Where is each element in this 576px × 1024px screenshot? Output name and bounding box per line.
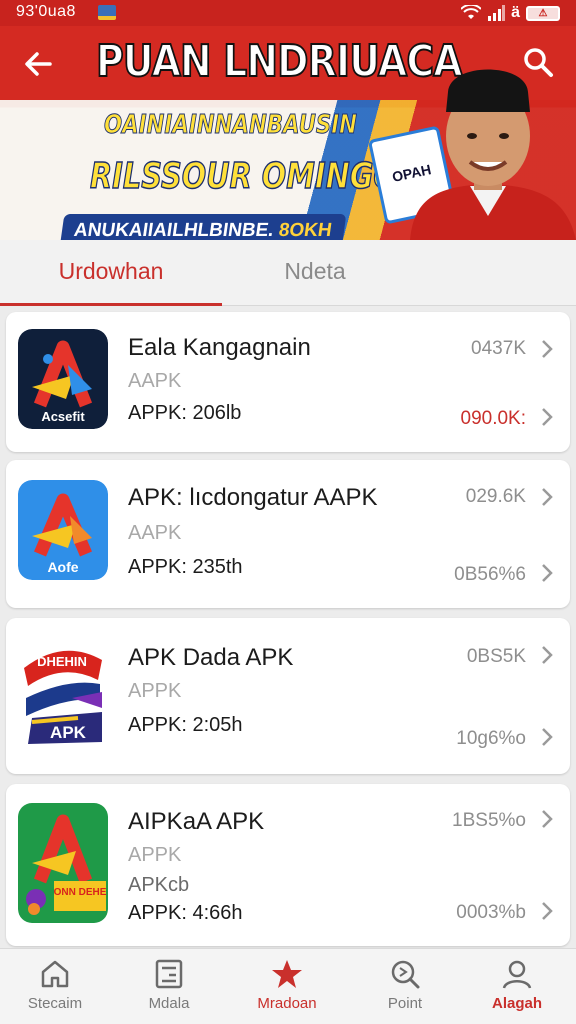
app-meta: APPK: 4:66h (128, 902, 243, 924)
promoter-photo (410, 69, 576, 240)
nav-label: Alagah (491, 995, 542, 1012)
app-stat-top: 1BS5%o (452, 810, 526, 831)
app-list-item[interactable]: Acsefit Eala Kangagnain AAPK APPK: 206lb… (6, 312, 570, 452)
nav-label: Mradoan (257, 995, 317, 1012)
app-logo-banner: DHEHIN (37, 654, 87, 669)
app-logo-label: Aofe (47, 559, 78, 575)
nav-label: Point (387, 995, 423, 1012)
app-stat-top: 0437K (471, 338, 526, 359)
app-title: Eala Kangagnain (128, 334, 311, 361)
chevron-right-icon[interactable] (540, 726, 554, 748)
app-stat-bottom: 090.0K: (460, 408, 527, 429)
app-type: AAPK (128, 522, 182, 544)
news-icon (155, 959, 183, 989)
app-stat-bottom: 0B56%6 (454, 564, 526, 585)
app-list-item[interactable]: DHEHIN APK APK Dada APK APPK APPK: 2:05h… (6, 618, 570, 774)
app-list-item[interactable]: Aofe APK: lıcdongatur AAPK AAPK APPK: 23… (6, 460, 570, 608)
wifi-icon (461, 5, 482, 19)
nav-profile[interactable]: Alagah (462, 955, 572, 1021)
app-type: APPK (128, 844, 182, 866)
banner-badge-text: ANUKAIIAILHLBINBE. (72, 220, 276, 240)
banner-headline: OAINIAINNANBAUSIN (104, 110, 358, 141)
star-icon (272, 960, 302, 988)
chevron-right-icon[interactable] (540, 338, 554, 360)
app-stat-top: 0BS5K (466, 646, 526, 667)
app-stat-bottom: 10g6%o (456, 728, 526, 749)
tab-downloads[interactable]: Urdowhan (0, 240, 222, 306)
app-logo-icon: ONN DEHE (18, 803, 108, 923)
app-stat-top: 029.6K (465, 486, 526, 507)
app-logo-icon: Acsefit (18, 329, 108, 429)
app-title: APK Dada APK (128, 644, 294, 671)
app-logo-icon: DHEHIN APK (18, 638, 108, 748)
banner-badge-accent: 8OKH (277, 220, 334, 240)
app-stat-bottom: 0003%b (456, 902, 526, 923)
app-extra: APKcb (128, 874, 190, 896)
nav-label: Stecaim (27, 995, 83, 1012)
nav-label: Mdala (148, 995, 190, 1012)
search-icon (391, 960, 420, 989)
status-time: 93'0ua8 (16, 3, 76, 20)
bottom-navigation: Stecaim Mdala Mradoan Point Alagah (0, 948, 576, 1024)
app-meta: APPK: 206lb (128, 402, 242, 424)
chevron-right-icon[interactable] (540, 900, 554, 922)
app-type: APPK (128, 680, 182, 702)
app-logo-label: ONN DEHE (54, 887, 107, 898)
app-title: AIPKaA APK (128, 808, 265, 835)
signal-icon (488, 5, 506, 21)
app-type: AAPK (128, 370, 182, 392)
notification-flag-icon (98, 5, 116, 20)
home-icon (41, 960, 69, 988)
app-meta: APPK: 235th (128, 556, 243, 578)
app-logo-icon: Aofe (18, 480, 108, 580)
chevron-right-icon[interactable] (540, 486, 554, 508)
nav-point[interactable]: Point (350, 955, 460, 1021)
battery-icon: ⚠ (526, 5, 560, 21)
chevron-right-icon[interactable] (540, 808, 554, 830)
network-type: ä (511, 4, 520, 21)
profile-icon (502, 960, 532, 989)
chevron-right-icon[interactable] (540, 562, 554, 584)
app-logo-label: Acsefit (41, 409, 85, 424)
tab-details[interactable]: Ndeta (204, 240, 426, 306)
nav-home[interactable]: Stecaim (0, 955, 110, 1021)
status-bar: 93'0ua8 ä ⚠ (0, 0, 576, 26)
banner-badge: ANUKAIIAILHLBINBE. 8OKH (59, 214, 346, 240)
app-title: APK: lıcdongatur AAPK (128, 484, 378, 511)
tab-bar: Urdowhan Ndeta (0, 240, 576, 306)
back-arrow-icon[interactable] (20, 46, 56, 82)
chevron-right-icon[interactable] (540, 644, 554, 666)
status-indicators: ä ⚠ (461, 4, 560, 22)
nav-featured[interactable]: Mradoan (232, 955, 342, 1021)
nav-media[interactable]: Mdala (114, 955, 224, 1021)
app-logo-label: APK (50, 723, 87, 742)
chevron-right-icon[interactable] (540, 406, 554, 428)
app-meta: APPK: 2:05h (128, 714, 243, 736)
promo-banner: PUAN LNDRIUACA OAINIAINNANBAUSIN RILSSOU… (0, 26, 576, 240)
app-list-item[interactable]: ONN DEHE AIPKaA APK APPK APKcb APPK: 4:6… (6, 784, 570, 946)
